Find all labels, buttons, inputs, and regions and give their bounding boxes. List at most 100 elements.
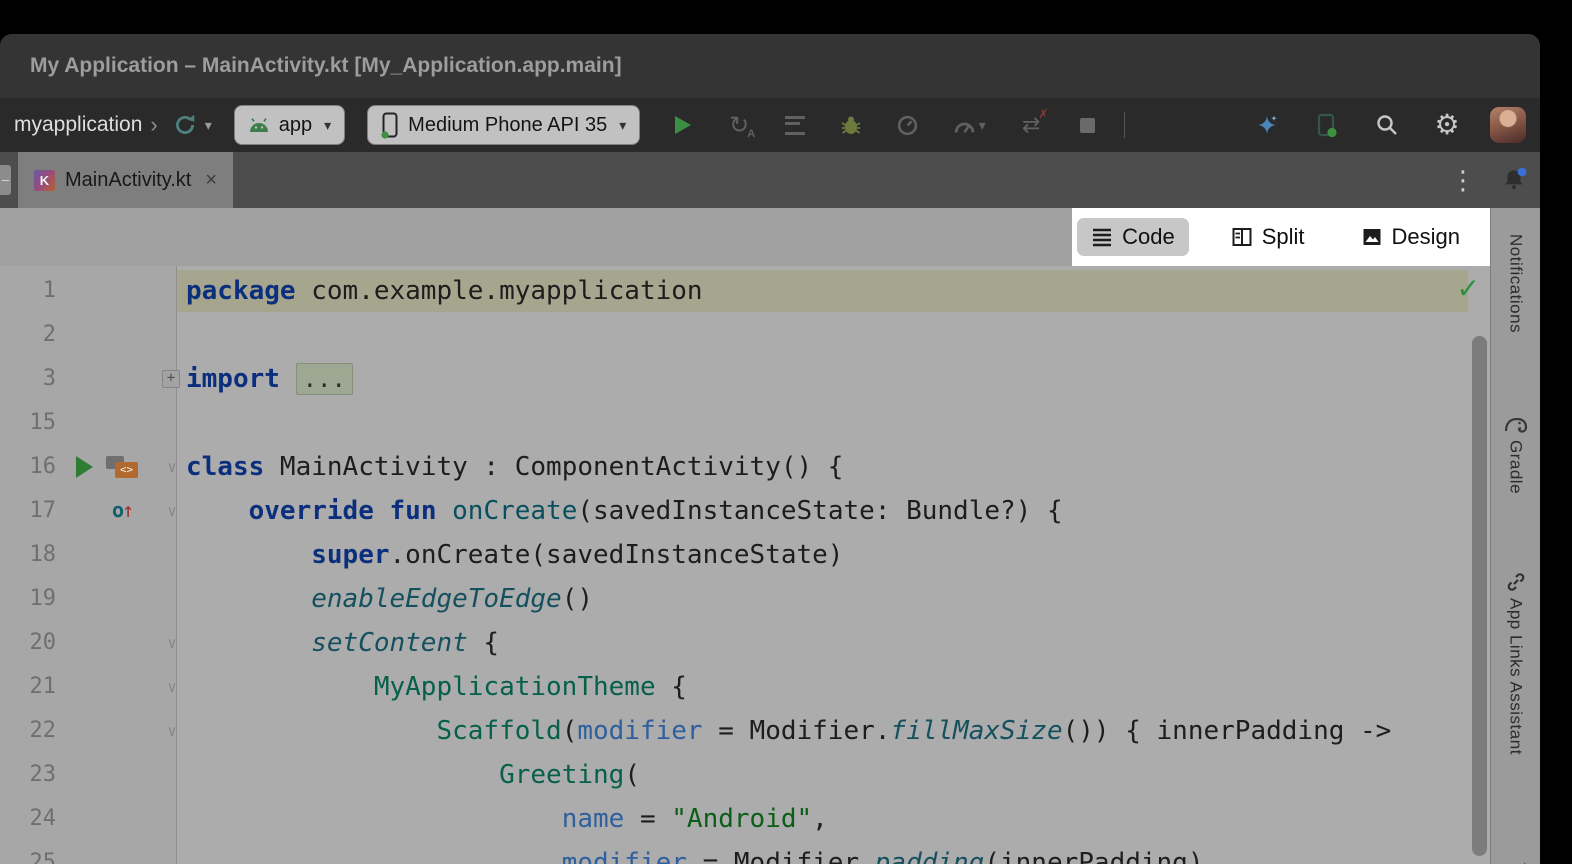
line-number[interactable]: 2 [0,313,56,357]
fold-marker[interactable]: ∨ [161,621,183,665]
code-token [186,496,249,526]
run-button[interactable] [666,108,700,142]
line-number[interactable]: 19 [0,577,56,621]
fold-marker[interactable]: ∨ [161,709,183,753]
line-number[interactable]: 20 [0,621,56,665]
inspections-passed-icon[interactable]: ✓ [1457,272,1480,305]
split-mode-icon [1231,226,1253,248]
fold-marker[interactable]: ∨ [161,489,183,533]
editor-scrollbar[interactable] [1472,336,1487,856]
design-mode-icon [1361,226,1383,248]
code-token: , [812,804,828,834]
user-avatar[interactable] [1490,107,1526,143]
code-token: = [624,804,671,834]
line-number[interactable]: 1 [0,269,56,313]
code-token: Greeting [499,760,624,790]
code-token [280,364,296,394]
apply-code-changes-button[interactable] [778,108,812,142]
line-number[interactable]: 22 [0,709,56,753]
code-line[interactable]: 3+import ... [0,357,1490,401]
run-gutter-icon[interactable] [76,456,93,478]
debug-button[interactable] [834,108,868,142]
line-number[interactable]: 15 [0,401,56,445]
line-number[interactable]: 17 [0,489,56,533]
line-number[interactable]: 18 [0,533,56,577]
run-configuration-dropdown[interactable]: app ▾ [234,105,345,145]
code-line[interactable]: 20∨ setContent { [0,621,1490,665]
settings-button[interactable]: ⚙ [1430,108,1464,142]
editor-options-kebab-icon[interactable]: ⋮ [1450,152,1476,208]
code-token [186,804,562,834]
left-stripe-stub[interactable]: – [0,165,11,195]
fold-marker[interactable]: ∨ [161,445,183,489]
run-configuration-label: app [279,114,312,137]
tab-close-icon[interactable]: × [205,169,217,192]
sparkle-icon: ✦ [1502,860,1520,864]
code-token: name [562,804,625,834]
code-token: { [468,628,499,658]
window-title-bar[interactable]: My Application – MainActivity.kt [My_App… [0,34,1540,98]
code-line[interactable]: 16<>∨class MainActivity : ComponentActiv… [0,445,1490,489]
notifications-bell-button[interactable] [1502,167,1528,196]
code-editor[interactable]: 1package com.example.myapplication23+imp… [0,266,1490,864]
line-number[interactable]: 23 [0,753,56,797]
code-token [186,716,436,746]
tool-window-gradle[interactable]: Gradle [1506,440,1526,494]
code-line[interactable]: 25 modifier = Modifier.padding(innerPadd… [0,841,1490,864]
code-line[interactable]: 2 [0,313,1490,357]
tool-window-gradle-button[interactable] [1503,412,1529,439]
apply-changes-a-label: A [747,128,755,140]
tab-mainactivity[interactable]: K MainActivity.kt × [18,152,233,208]
mode-code-label: Code [1122,224,1175,250]
apply-changes-button[interactable]: ↻ A [722,108,756,142]
code-line[interactable]: 22∨ Scaffold(modifier = Modifier.fillMax… [0,709,1490,753]
code-line[interactable]: 19 enableEdgeToEdge() [0,577,1490,621]
code-token: ()) { innerPadding -> [1063,716,1392,746]
tool-window-app-links-button[interactable] [1504,570,1528,599]
line-number[interactable]: 21 [0,665,56,709]
gradle-elephant-icon [1503,412,1529,434]
profile-low-overhead-button[interactable]: ▾ [946,108,992,142]
code-area[interactable]: 1package com.example.myapplication23+imp… [0,269,1490,864]
code-line[interactable]: 21∨ MyApplicationTheme { [0,665,1490,709]
device-selector-dropdown[interactable]: Medium Phone API 35 ▾ [367,105,640,145]
tool-window-app-links[interactable]: App Links Assistant [1506,598,1526,755]
stop-button[interactable] [1070,108,1104,142]
gear-icon: ⚙ [1434,111,1459,139]
fold-marker[interactable]: ∨ [161,665,183,709]
attach-x-icon: ✗ [1038,107,1048,121]
code-token [374,496,390,526]
gradle-sync-caret-icon[interactable]: ▾ [205,117,212,134]
mode-button-code[interactable]: Code [1077,218,1189,256]
tool-window-notifications[interactable]: Notifications [1506,234,1526,333]
override-gutter-icon[interactable]: o↑ [112,496,134,524]
code-line[interactable]: 1package com.example.myapplication [0,269,1490,313]
gradle-sync-button[interactable] [168,108,202,142]
search-everywhere-button[interactable] [1370,108,1404,142]
mode-button-split[interactable]: Split [1217,218,1319,256]
code-line[interactable]: 15 [0,401,1490,445]
device-manager-button[interactable] [1310,108,1344,142]
gemini-tool-window-button[interactable]: ✦✦ [1502,860,1530,864]
code-line[interactable]: 23 Greeting( [0,753,1490,797]
profiler-button[interactable] [890,108,924,142]
line-number[interactable]: 3 [0,357,56,401]
code-token: enableEdgeToEdge [311,584,561,614]
code-line[interactable]: 18 super.onCreate(savedInstanceState) [0,533,1490,577]
cls-gutter-icon[interactable]: <> [106,456,138,478]
attach-debugger-button[interactable]: ⇄✗ [1014,108,1048,142]
code-line[interactable]: 17o↑∨ override fun onCreate(savedInstanc… [0,489,1490,533]
line-number[interactable]: 25 [0,841,56,864]
line-number[interactable]: 24 [0,797,56,841]
fold-marker[interactable]: + [162,370,180,388]
search-icon [1375,113,1399,137]
gemini-button[interactable] [1250,108,1284,142]
code-token [186,540,311,570]
chevron-right-icon[interactable]: › [150,112,157,138]
line-number[interactable]: 16 [0,445,56,489]
project-breadcrumb[interactable]: myapplication [14,113,142,137]
apply-changes-icon: ↻ [729,111,749,140]
mode-button-design[interactable]: Design [1347,218,1474,256]
code-line[interactable]: 24 name = "Android", [0,797,1490,841]
apply-code-changes-icon [785,116,805,135]
